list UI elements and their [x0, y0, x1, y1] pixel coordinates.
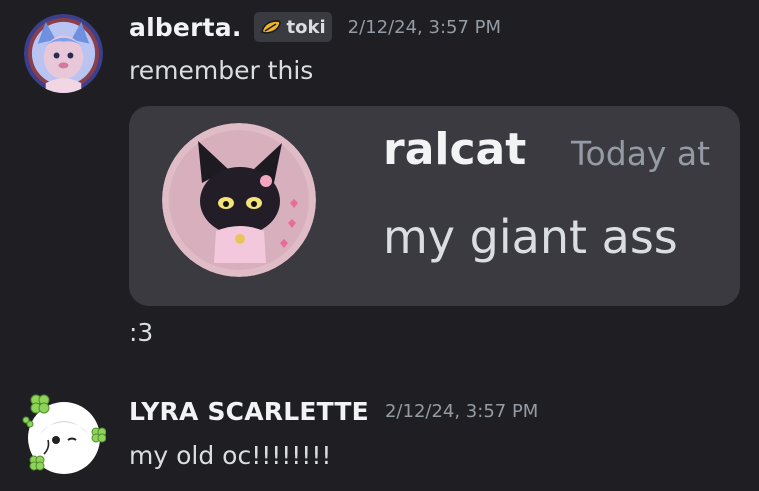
username[interactable]: alberta. [129, 13, 242, 42]
message-header: LYRA SCARLETTE 2/12/24, 3:57 PM [129, 397, 538, 426]
user-avatar[interactable] [22, 394, 106, 478]
avatar-image-lyra [22, 394, 106, 474]
embed-text: my giant ass [383, 210, 678, 264]
embed-username[interactable]: ralcat [383, 124, 526, 175]
message-timestamp: 2/12/24, 3:57 PM [347, 16, 502, 38]
guild-tag-label: toki [286, 16, 326, 38]
embed-timestamp: Today at [571, 134, 711, 173]
leaf-badge-icon [260, 20, 281, 34]
quoted-message-embed[interactable]: ralcat Today at my giant ass [129, 106, 740, 306]
avatar-image-ralcat [162, 123, 316, 277]
user-avatar[interactable] [24, 14, 103, 93]
message-text: my old oc!!!!!!!! [129, 441, 332, 470]
message-timestamp: 2/12/24, 3:57 PM [384, 401, 539, 422]
message-header: alberta. toki 2/12/24, 3:57 PM [129, 12, 501, 42]
message-text-followup: :3 [129, 318, 154, 347]
chat-log: alberta. toki 2/12/24, 3:57 PM remember … [0, 0, 759, 491]
avatar-image-alberta [24, 14, 103, 93]
embed-avatar [162, 123, 316, 277]
message-text: remember this [129, 56, 314, 85]
guild-tag[interactable]: toki [253, 12, 332, 42]
username[interactable]: LYRA SCARLETTE [129, 397, 369, 426]
